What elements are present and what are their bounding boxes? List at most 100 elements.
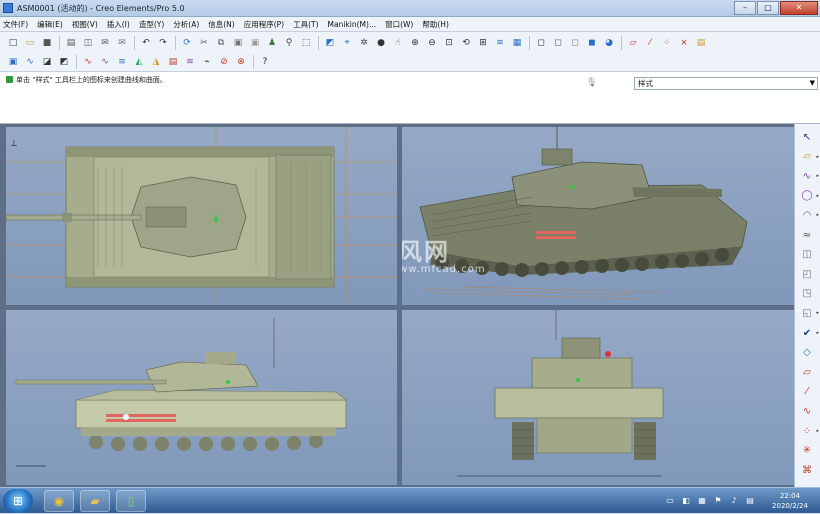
datum-points-icon[interactable]: ⁘	[660, 36, 674, 50]
flag-icon[interactable]: ⚑	[712, 496, 724, 506]
done-check-icon[interactable]: ✔	[799, 326, 815, 340]
style-dropdown[interactable]: 样式 ▼	[634, 77, 818, 90]
undo-icon[interactable]: ↶	[139, 36, 153, 50]
datum-planes-icon[interactable]: ▱	[626, 36, 640, 50]
viewport-side-view[interactable]	[6, 310, 397, 485]
menu-file[interactable]: 文件(F)	[3, 19, 28, 30]
flyout-arrow-icon[interactable]: ▸	[816, 310, 819, 316]
paste-special-icon[interactable]: ▣	[248, 36, 262, 50]
saved-views-icon[interactable]: ⊞	[476, 36, 490, 50]
style-surface-icon[interactable]: ◪	[40, 55, 54, 69]
menu-analysis[interactable]: 分析(A)	[173, 19, 199, 30]
redo-icon[interactable]: ↷	[156, 36, 170, 50]
copy-icon[interactable]: ⧉	[214, 36, 228, 50]
hidden-line-icon[interactable]: ◻	[551, 36, 565, 50]
repaint-icon[interactable]: ◩	[323, 36, 337, 50]
project-curve-icon[interactable]: ◳	[799, 287, 815, 301]
viewport-front-view[interactable]	[402, 310, 794, 485]
arc-icon[interactable]: ◠	[799, 208, 815, 222]
flyout-arrow-icon[interactable]: ▸	[816, 330, 819, 336]
style-curve-icon[interactable]: ∿	[23, 55, 37, 69]
enhanced-realism-icon[interactable]: ◕	[602, 36, 616, 50]
curve-analysis-icon[interactable]: ∿	[81, 55, 95, 69]
spin-center-icon[interactable]: ⌖	[340, 36, 354, 50]
minimize-button[interactable]: –	[734, 1, 756, 15]
flyout-arrow-icon[interactable]: ▸	[816, 212, 819, 218]
pan-icon[interactable]: ☝	[391, 36, 405, 50]
edit-curve-icon[interactable]: ≈	[799, 228, 815, 242]
start-button[interactable]: ⊞	[3, 489, 33, 513]
menu-applications[interactable]: 应用程序(P)	[244, 19, 284, 30]
reflection-icon[interactable]: ◭	[132, 55, 146, 69]
keyboard-icon[interactable]: ▭	[664, 496, 676, 506]
no-hidden-icon[interactable]: ◻	[568, 36, 582, 50]
print-preview-icon[interactable]: ◫	[81, 36, 95, 50]
viewport-iso-view[interactable]: 沐风网 www.mfcad.com	[402, 127, 794, 305]
menu-insert[interactable]: 插入(I)	[107, 19, 130, 30]
wireframe-icon[interactable]: ◻	[534, 36, 548, 50]
coord-sys-icon[interactable]: ⨯	[677, 36, 691, 50]
flyout-arrow-icon[interactable]: ▸	[816, 193, 819, 199]
print-icon[interactable]: ▤	[64, 36, 78, 50]
slope-icon[interactable]: ◮	[149, 55, 163, 69]
gaussian-icon[interactable]: ≋	[183, 55, 197, 69]
shading-icon[interactable]: ◼	[585, 36, 599, 50]
section-icon[interactable]: ≡	[115, 55, 129, 69]
curve-on-surface-icon[interactable]: ◫	[799, 248, 815, 262]
zoom-in-icon[interactable]: ⊕	[408, 36, 422, 50]
trim-icon[interactable]: ◱	[799, 306, 815, 320]
flyout-arrow-icon[interactable]: ▸	[816, 428, 819, 434]
zoom-fit-icon[interactable]: ⊡	[442, 36, 456, 50]
open-file-icon[interactable]: ▭	[23, 36, 37, 50]
sketch-curve-icon[interactable]: ∿	[799, 404, 815, 418]
draft-check-icon[interactable]: ▤	[166, 55, 180, 69]
style-trim-icon[interactable]: ◩	[57, 55, 71, 69]
point-icon[interactable]: ⁘	[799, 424, 815, 438]
model-player-icon[interactable]: ♟	[265, 36, 279, 50]
datum-axis-icon[interactable]: ⁄	[799, 385, 815, 399]
select-arrow-icon[interactable]: ↖	[799, 130, 815, 144]
email-attach-icon[interactable]: ✉	[115, 36, 129, 50]
menu-style[interactable]: 造型(Y)	[139, 19, 164, 30]
zoom-out-icon[interactable]: ⊖	[425, 36, 439, 50]
select-box-icon[interactable]: ⬚	[299, 36, 313, 50]
email-icon[interactable]: ✉	[98, 36, 112, 50]
appearance-icon[interactable]: ●	[374, 36, 388, 50]
set-active-plane-icon[interactable]: ▱	[799, 150, 815, 164]
save-icon[interactable]: ■	[40, 36, 54, 50]
cut-icon[interactable]: ✂	[197, 36, 211, 50]
new-file-icon[interactable]: □	[6, 36, 20, 50]
explorer-taskbar-icon[interactable]: ▰	[80, 490, 110, 512]
style-save-icon[interactable]: ▣	[6, 55, 20, 69]
close-button[interactable]: ✕	[780, 1, 818, 15]
surface-icon[interactable]: ◇	[799, 346, 815, 360]
offset-curve-icon[interactable]: ◰	[799, 267, 815, 281]
connection-icon[interactable]: ⌁	[200, 55, 214, 69]
annotations-icon[interactable]: ▤	[694, 36, 708, 50]
boundary-surface-icon[interactable]: ▱	[799, 365, 815, 379]
menu-info[interactable]: 信息(N)	[208, 19, 234, 30]
circle-icon[interactable]: ◯	[799, 189, 815, 203]
menu-view[interactable]: 视图(V)	[72, 19, 98, 30]
surface-connect-icon[interactable]: ⌘	[799, 463, 815, 477]
tray-app-icon[interactable]: ◧	[680, 496, 692, 506]
paste-icon[interactable]: ▣	[231, 36, 245, 50]
graphics-area[interactable]: ⊥ 风网 ww.mfcad.com	[0, 124, 794, 487]
viewport-top-view[interactable]: ⊥	[6, 127, 397, 305]
menu-tools[interactable]: 工具(T)	[293, 19, 318, 30]
clock[interactable]: 22:04 2020/2/24	[764, 491, 816, 511]
menu-edit[interactable]: 编辑(E)	[37, 19, 63, 30]
flyout-arrow-icon[interactable]: ▸	[816, 173, 819, 179]
offset-analysis-icon[interactable]: ⊘	[217, 55, 231, 69]
menu-help[interactable]: 帮助(H)	[422, 19, 449, 30]
curvature-icon[interactable]: ∿	[98, 55, 112, 69]
creo-taskbar-icon[interactable]: ▯	[116, 490, 146, 512]
view-manager-icon[interactable]: ▦	[510, 36, 524, 50]
create-curve-icon[interactable]: ∿	[799, 169, 815, 183]
volume-icon[interactable]: ♪	[728, 496, 740, 506]
chrome-taskbar-icon[interactable]: ◉	[44, 490, 74, 512]
menu-manikin[interactable]: Manikin(M)...	[328, 20, 377, 29]
datum-axes-icon[interactable]: ⁄	[643, 36, 657, 50]
find-icon[interactable]: ⚲	[282, 36, 296, 50]
tray-extra-icon[interactable]: ▤	[744, 496, 756, 506]
